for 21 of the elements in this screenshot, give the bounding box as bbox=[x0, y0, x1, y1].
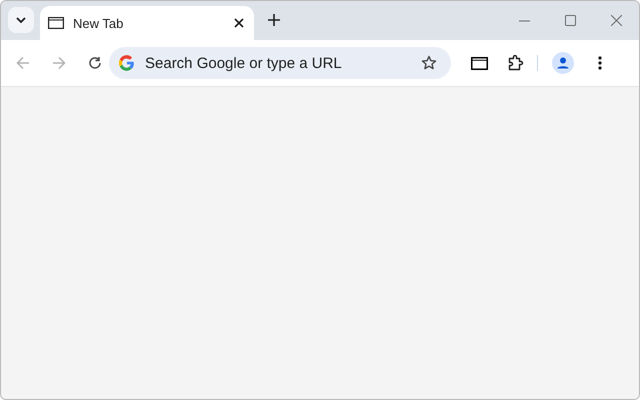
more-vertical-icon bbox=[598, 56, 602, 70]
google-logo-icon bbox=[119, 55, 135, 71]
address-placeholder: Search Google or type a URL bbox=[145, 54, 411, 72]
plus-icon bbox=[268, 14, 280, 26]
avatar-icon bbox=[552, 52, 574, 74]
window-icon bbox=[470, 56, 488, 70]
tab-list-button[interactable] bbox=[8, 7, 34, 33]
address-bar[interactable]: Search Google or type a URL bbox=[109, 47, 451, 79]
back-arrow-icon bbox=[16, 56, 30, 70]
puzzle-piece-icon bbox=[508, 55, 524, 71]
chevron-down-icon bbox=[16, 17, 26, 23]
browser-tab[interactable]: New Tab bbox=[40, 6, 254, 40]
maximize-icon bbox=[564, 15, 576, 26]
bookmark-star-icon[interactable] bbox=[421, 55, 437, 71]
close-icon bbox=[610, 15, 622, 26]
tab-title: New Tab bbox=[73, 16, 124, 30]
reload-icon bbox=[88, 56, 102, 70]
page-icon bbox=[48, 17, 64, 29]
close-tab-icon[interactable] bbox=[234, 18, 244, 28]
forward-arrow-icon bbox=[52, 56, 66, 70]
minimize-icon bbox=[518, 20, 530, 22]
